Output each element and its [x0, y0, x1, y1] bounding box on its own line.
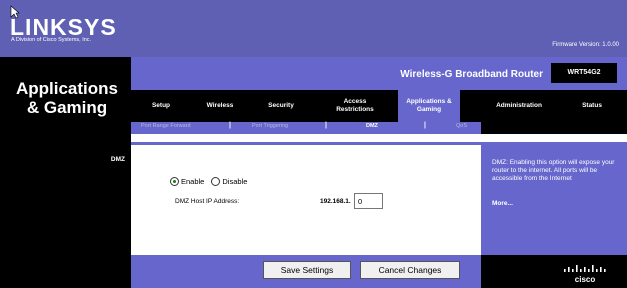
- cisco-logo: cisco: [564, 265, 606, 284]
- save-settings-button[interactable]: Save Settings: [263, 261, 351, 279]
- dmz-disable-label[interactable]: Disable: [222, 177, 247, 186]
- product-name: Wireless-G Broadband Router: [400, 69, 543, 80]
- dmz-enable-label[interactable]: Enable: [181, 177, 204, 186]
- subtab-port-range-forward[interactable]: Port Range Forward: [141, 123, 191, 129]
- help-text: DMZ: Enabling this option will expose yo…: [492, 159, 615, 182]
- tab-applications-gaming[interactable]: Applications & Gaming: [398, 90, 460, 122]
- tab-setup[interactable]: Setup: [140, 90, 182, 122]
- cancel-changes-button[interactable]: Cancel Changes: [360, 261, 460, 279]
- dmz-toggle-group: Enable Disable: [170, 177, 254, 186]
- dmz-enable-radio[interactable]: [170, 177, 179, 186]
- cisco-wordmark: cisco: [575, 275, 596, 284]
- page-title: Applications & Gaming: [15, 79, 118, 117]
- model-badge: WRT54G2: [551, 63, 617, 83]
- tab-wireless[interactable]: Wireless: [196, 90, 244, 122]
- tab-security[interactable]: Security: [258, 90, 304, 122]
- section-title: DMZ: [110, 156, 125, 163]
- firmware-version: Firmware Version: 1.0.00: [552, 42, 619, 48]
- dmz-host-prefix: 192.168.1.: [320, 198, 351, 205]
- subtabs-right-fill: [481, 122, 627, 134]
- dmz-disable-radio[interactable]: [211, 177, 221, 186]
- help-more-link[interactable]: More...: [492, 200, 513, 207]
- dmz-host-input[interactable]: [354, 193, 383, 209]
- dmz-host-label: DMZ Host IP Address:: [175, 198, 240, 205]
- footer-left: [0, 255, 131, 288]
- tab-status[interactable]: Status: [572, 90, 612, 122]
- tab-access-restrictions[interactable]: Access Restrictions: [324, 90, 386, 122]
- subtab-separator: |: [424, 122, 426, 129]
- subtab-port-triggering[interactable]: Port Triggering: [252, 123, 288, 129]
- subtab-dmz[interactable]: DMZ: [366, 123, 378, 129]
- logo-subtitle: A Division of Cisco Systems, Inc.: [11, 37, 92, 43]
- tab-administration[interactable]: Administration: [484, 90, 554, 122]
- subtab-separator: |: [325, 122, 327, 129]
- subtab-separator: |: [229, 122, 231, 129]
- subtab-qos[interactable]: QoS: [456, 123, 467, 129]
